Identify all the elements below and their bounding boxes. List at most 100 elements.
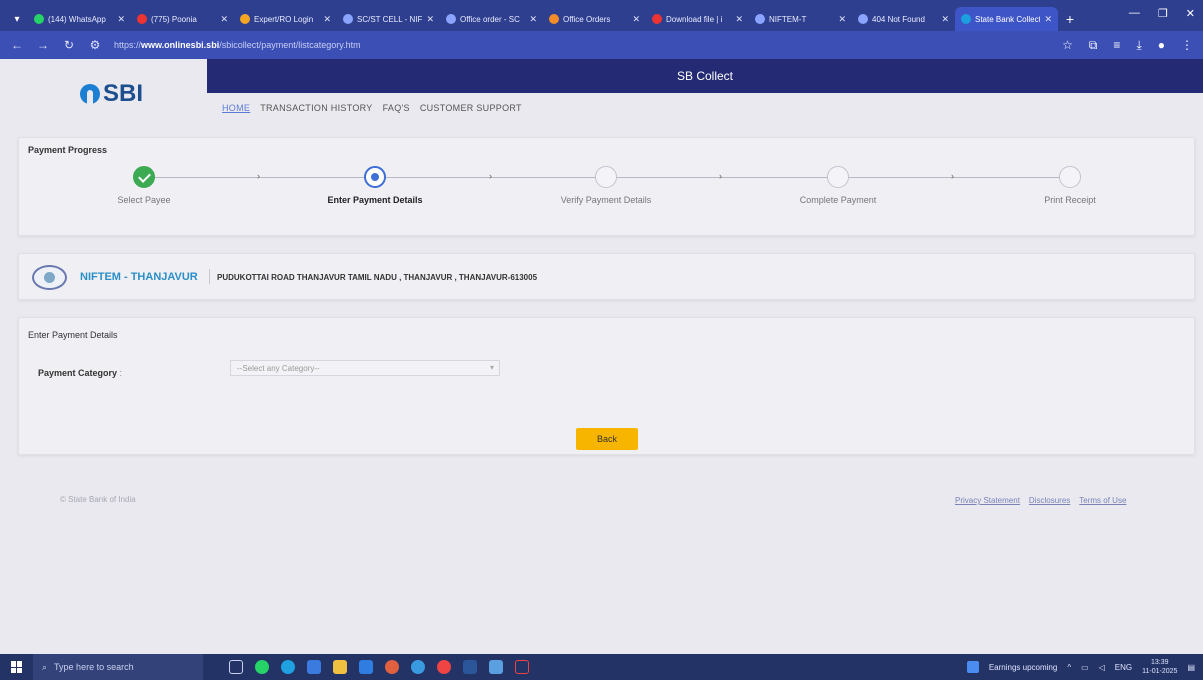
- sbi-logo[interactable]: SBI: [80, 80, 143, 108]
- copyright: © State Bank of India: [60, 495, 136, 504]
- tab-close-icon[interactable]: ✕: [632, 14, 640, 25]
- network-icon[interactable]: ▭: [1081, 663, 1089, 672]
- chevron-right-icon: ›: [257, 171, 260, 181]
- start-button[interactable]: [0, 654, 33, 680]
- bookmark-star-icon[interactable]: ☆: [1062, 38, 1073, 53]
- payment-category-select[interactable]: --Select any Category-- ▾: [230, 360, 500, 376]
- chevron-down-icon: ▾: [489, 363, 494, 372]
- browser-tab-strip: ▾ (144) WhatsApp ✕ (775) Poonia ✕ Expert/RO …: [0, 0, 1203, 31]
- app-icon[interactable]: [359, 660, 373, 674]
- search-icon: ⌕: [42, 661, 48, 672]
- tab-search-icon[interactable]: ▾: [6, 7, 28, 31]
- volume-icon[interactable]: ◁: [1099, 663, 1105, 672]
- site-info-icon[interactable]: ⚙: [88, 38, 102, 52]
- tab-close-icon[interactable]: ✕: [426, 14, 434, 25]
- payee-name: NIFTEM - THANJAVUR: [80, 271, 198, 283]
- browser-tab[interactable]: SC/ST CELL - NIF ✕: [337, 7, 440, 31]
- institute-emblem-icon: [32, 265, 67, 290]
- sbi-logo-icon: [80, 84, 100, 104]
- taskbar-search-box[interactable]: ⌕ Type here to search: [33, 654, 203, 680]
- forward-arrow-icon[interactable]: →: [36, 38, 50, 52]
- new-tab-button[interactable]: +: [1058, 7, 1082, 31]
- step-label: Verify Payment Details: [560, 195, 652, 205]
- browser-tab[interactable]: NIFTEM-T ✕: [749, 7, 852, 31]
- browser-tab[interactable]: Expert/RO Login ✕: [234, 7, 337, 31]
- reading-list-icon[interactable]: ≡: [1113, 38, 1120, 53]
- nav-faqs[interactable]: FAQ'S: [383, 103, 410, 113]
- privacy-statement-link[interactable]: Privacy Statement: [955, 496, 1020, 505]
- file-explorer-icon[interactable]: [333, 660, 347, 674]
- step-label: Complete Payment: [799, 195, 877, 205]
- tab-close-icon[interactable]: ✕: [220, 14, 228, 25]
- tab-close-icon[interactable]: ✕: [941, 14, 949, 25]
- task-view-icon[interactable]: [229, 660, 243, 674]
- tab-list: (144) WhatsApp ✕ (775) Poonia ✕ Expert/RO Lo…: [28, 7, 1058, 31]
- tab-close-icon[interactable]: ✕: [117, 14, 125, 25]
- step-label: Print Receipt: [1044, 195, 1096, 205]
- extensions-icon[interactable]: ⧉: [1089, 38, 1098, 53]
- browser-tab[interactable]: Download file | i ✕: [646, 7, 749, 31]
- top-navigation: HOME TRANSACTION HISTORY FAQ'S CUSTOMER …: [222, 103, 522, 113]
- browser-tab[interactable]: (775) Poonia ✕: [131, 7, 234, 31]
- window-controls: — ❐ ✕: [1129, 7, 1195, 20]
- back-arrow-icon[interactable]: ←: [10, 38, 24, 52]
- terms-of-use-link[interactable]: Terms of Use: [1079, 496, 1126, 505]
- restore-icon[interactable]: ❐: [1158, 7, 1168, 20]
- edge-icon[interactable]: [281, 660, 295, 674]
- tab-label: (144) WhatsApp: [48, 14, 106, 24]
- whatsapp-icon[interactable]: [255, 660, 269, 674]
- download-icon[interactable]: ⤓: [1136, 38, 1141, 53]
- more-menu-icon[interactable]: ⋮: [1181, 38, 1193, 53]
- notifications-icon[interactable]: ▤: [1187, 663, 1195, 672]
- browser-tab[interactable]: Office order - SC ✕: [440, 7, 543, 31]
- disclosures-link[interactable]: Disclosures: [1029, 496, 1070, 505]
- payee-address: PUDUKOTTAI ROAD THANJAVUR TAMIL NADU , T…: [217, 273, 538, 282]
- tab-close-icon[interactable]: ✕: [838, 14, 846, 25]
- browser-tab[interactable]: (144) WhatsApp ✕: [28, 7, 131, 31]
- browser-tab[interactable]: 404 Not Found ✕: [852, 7, 955, 31]
- tab-label: (775) Poonia: [151, 14, 197, 24]
- pending-step-icon: [827, 166, 849, 188]
- tab-close-icon[interactable]: ✕: [1044, 14, 1052, 25]
- store-icon[interactable]: [307, 660, 321, 674]
- minimize-icon[interactable]: —: [1129, 7, 1140, 20]
- tab-label: Office order - SC: [460, 14, 520, 24]
- close-window-icon[interactable]: ✕: [1186, 7, 1195, 20]
- tab-favicon-icon: [34, 14, 44, 24]
- step-select-payee: Select Payee: [54, 166, 234, 205]
- address-bar: ← → ↻ ⚙ https://www.onlinesbi.sbi/sbicol…: [0, 31, 1203, 59]
- step-label: Select Payee: [117, 195, 171, 205]
- section-title: Enter Payment Details: [28, 330, 118, 340]
- profile-icon[interactable]: ●: [1158, 38, 1165, 53]
- language-indicator[interactable]: ENG: [1115, 663, 1132, 672]
- firefox-icon[interactable]: [385, 660, 399, 674]
- pdf-reader-icon[interactable]: [515, 660, 529, 674]
- nav-customer-support[interactable]: CUSTOMER SUPPORT: [420, 103, 522, 113]
- reload-icon[interactable]: ↻: [62, 38, 76, 52]
- tab-close-icon[interactable]: ✕: [529, 14, 537, 25]
- browser-tab[interactable]: State Bank Collect ✕: [955, 7, 1058, 31]
- nav-transaction-history[interactable]: TRANSACTION HISTORY: [260, 103, 372, 113]
- app-icon[interactable]: [411, 660, 425, 674]
- tab-label: 404 Not Found: [872, 14, 925, 24]
- payee-card: NIFTEM - THANJAVUR PUDUKOTTAI ROAD THANJ…: [18, 253, 1195, 300]
- back-button[interactable]: Back: [576, 428, 638, 450]
- payment-progress-card: Payment Progress › › › › Select Payee En…: [18, 137, 1195, 236]
- tab-close-icon[interactable]: ✕: [735, 14, 743, 25]
- app-icon[interactable]: [489, 660, 503, 674]
- tab-favicon-icon: [755, 14, 765, 24]
- browser-tab[interactable]: Office Orders ✕: [543, 7, 646, 31]
- step-print-receipt: Print Receipt: [980, 166, 1160, 205]
- word-icon[interactable]: [463, 660, 477, 674]
- chrome-icon[interactable]: [437, 660, 451, 674]
- news-widget[interactable]: Earnings upcoming: [989, 663, 1057, 672]
- tab-label: NIFTEM-T: [769, 14, 807, 24]
- pinned-apps: [229, 660, 529, 674]
- tab-label: State Bank Collect: [975, 14, 1041, 24]
- tab-close-icon[interactable]: ✕: [323, 14, 331, 25]
- chevron-up-icon[interactable]: ^: [1067, 663, 1071, 672]
- url-field[interactable]: https://www.onlinesbi.sbi/sbicollect/pay…: [114, 40, 1050, 50]
- tab-favicon-icon: [549, 14, 559, 24]
- nav-home[interactable]: HOME: [222, 103, 250, 113]
- clock[interactable]: 13:39 11-01-2025: [1142, 658, 1177, 676]
